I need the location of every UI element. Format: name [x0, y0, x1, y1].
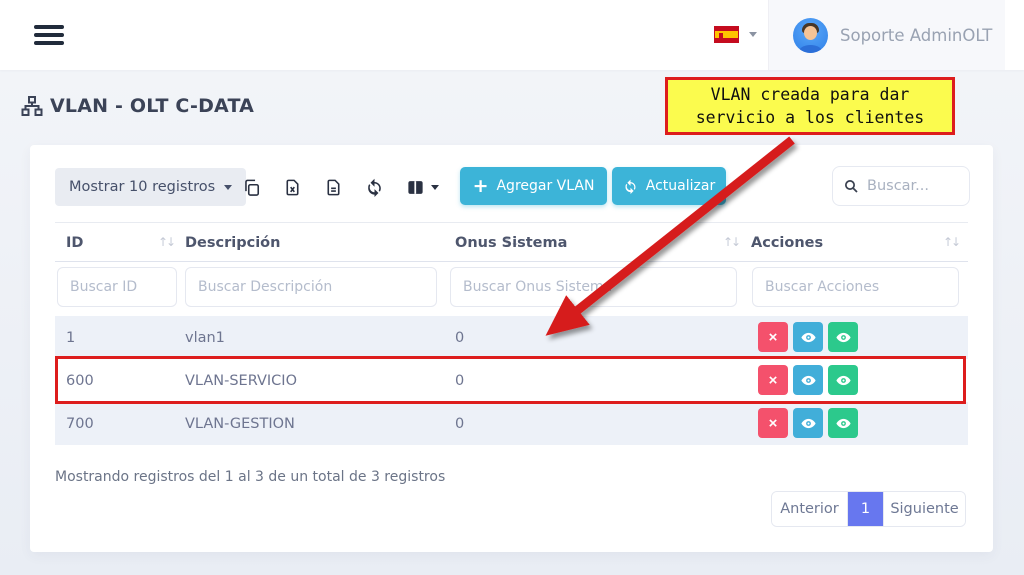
- sort-icon: ↑↓: [723, 235, 739, 249]
- column-header-acciones[interactable]: Acciones: [751, 223, 823, 263]
- hamburger-menu-icon[interactable]: [34, 25, 64, 49]
- table-tools: [242, 168, 439, 206]
- eye-icon: [800, 415, 817, 432]
- search-input[interactable]: [867, 178, 957, 194]
- column-header-id[interactable]: ID: [66, 223, 83, 263]
- column-header-descripcion[interactable]: Descripción: [185, 223, 280, 263]
- table-filter-row: [55, 265, 968, 309]
- cell-onus: 0: [455, 402, 464, 445]
- row-actions: ×: [758, 365, 858, 395]
- view-onus-button[interactable]: [828, 408, 858, 438]
- show-entries-label: Mostrar 10 registros: [69, 179, 215, 195]
- page-title-text: VLAN - OLT C-DATA: [50, 95, 254, 117]
- spain-flag-icon: [714, 26, 739, 43]
- cell-descripcion: vlan1: [185, 316, 225, 359]
- row-actions: ×: [758, 408, 858, 438]
- add-vlan-button[interactable]: + Agregar VLAN: [460, 167, 607, 205]
- copy-icon[interactable]: [242, 178, 261, 197]
- delete-vlan-button[interactable]: ×: [758, 365, 788, 395]
- annotation-callout: VLAN creada para dar servicio a los clie…: [665, 77, 955, 135]
- plus-icon: +: [473, 177, 489, 196]
- refresh-icon[interactable]: [365, 178, 384, 197]
- column-header-onus-sistema[interactable]: Onus Sistema: [455, 223, 567, 263]
- close-icon: ×: [769, 330, 778, 345]
- cell-onus: 0: [455, 316, 464, 359]
- caret-down-icon: [749, 32, 757, 37]
- view-vlan-button[interactable]: [793, 365, 823, 395]
- cell-id: 600: [66, 359, 94, 402]
- filter-acciones-input[interactable]: [752, 267, 959, 307]
- close-icon: ×: [769, 373, 778, 388]
- table-row-vlan-servicio: 600 VLAN-SERVICIO 0 ×: [55, 359, 968, 402]
- row-actions: ×: [758, 322, 858, 352]
- top-navbar: Soporte AdminOLT: [0, 0, 1024, 70]
- update-button[interactable]: Actualizar: [612, 167, 726, 205]
- add-vlan-label: Agregar VLAN: [496, 178, 594, 194]
- caret-down-icon: [431, 185, 439, 190]
- eye-icon: [800, 372, 817, 389]
- eye-icon: [835, 415, 852, 432]
- filter-onus-input[interactable]: [450, 267, 737, 307]
- export-excel-icon[interactable]: [283, 178, 302, 197]
- cell-id: 1: [66, 316, 75, 359]
- delete-vlan-button[interactable]: ×: [758, 322, 788, 352]
- update-label: Actualizar: [646, 178, 715, 194]
- caret-down-icon: [224, 185, 232, 190]
- delete-vlan-button[interactable]: ×: [758, 408, 788, 438]
- table-row-vlan-gestion: 700 VLAN-GESTION 0 ×: [55, 402, 968, 445]
- pagination: Anterior 1 Siguiente: [771, 491, 966, 527]
- filter-descripcion-input[interactable]: [185, 267, 437, 307]
- column-visibility-icon[interactable]: [406, 178, 439, 197]
- language-selector[interactable]: [714, 26, 757, 43]
- view-onus-button[interactable]: [828, 365, 858, 395]
- view-vlan-button[interactable]: [793, 408, 823, 438]
- user-name: Soporte AdminOLT: [840, 26, 992, 45]
- pagination-page-1[interactable]: 1: [848, 492, 883, 526]
- cell-descripcion: VLAN-SERVICIO: [185, 359, 297, 402]
- view-vlan-button[interactable]: [793, 322, 823, 352]
- pagination-next[interactable]: Siguiente: [883, 492, 965, 526]
- records-info: Mostrando registros del 1 al 3 de un tot…: [55, 469, 445, 485]
- cell-onus: 0: [455, 359, 464, 402]
- search-box: [832, 166, 970, 206]
- table-row-vlan1: 1 vlan1 0 ×: [55, 316, 968, 359]
- eye-icon: [835, 372, 852, 389]
- filter-id-input[interactable]: [57, 267, 177, 307]
- user-menu[interactable]: Soporte AdminOLT: [768, 0, 1005, 70]
- search-icon: [843, 178, 859, 194]
- sort-icon: ↑↓: [158, 235, 174, 249]
- cell-descripcion: VLAN-GESTION: [185, 402, 295, 445]
- view-onus-button[interactable]: [828, 322, 858, 352]
- cell-id: 700: [66, 402, 94, 445]
- close-icon: ×: [769, 416, 778, 431]
- sync-icon: [623, 179, 638, 194]
- vlan-table-card: Mostrar 10 registros: [30, 145, 993, 552]
- screen: Soporte AdminOLT VLAN - OLT C-DATA VLAN …: [0, 0, 1024, 575]
- export-file-icon[interactable]: [324, 178, 343, 197]
- sort-icon: ↑↓: [943, 235, 959, 249]
- annotation-line-1: VLAN creada para dar: [711, 83, 910, 106]
- sitemap-icon: [20, 94, 44, 118]
- show-entries-dropdown[interactable]: Mostrar 10 registros: [55, 168, 246, 206]
- eye-icon: [835, 329, 852, 346]
- user-avatar: [793, 18, 828, 53]
- annotation-line-2: servicio a los clientes: [696, 106, 924, 129]
- eye-icon: [800, 329, 817, 346]
- table-header-row: ID ↑↓ Descripción ↑↓ Onus Sistema ↑↓ Acc…: [55, 222, 968, 262]
- page-title: VLAN - OLT C-DATA: [20, 94, 254, 118]
- pagination-previous[interactable]: Anterior: [772, 492, 848, 526]
